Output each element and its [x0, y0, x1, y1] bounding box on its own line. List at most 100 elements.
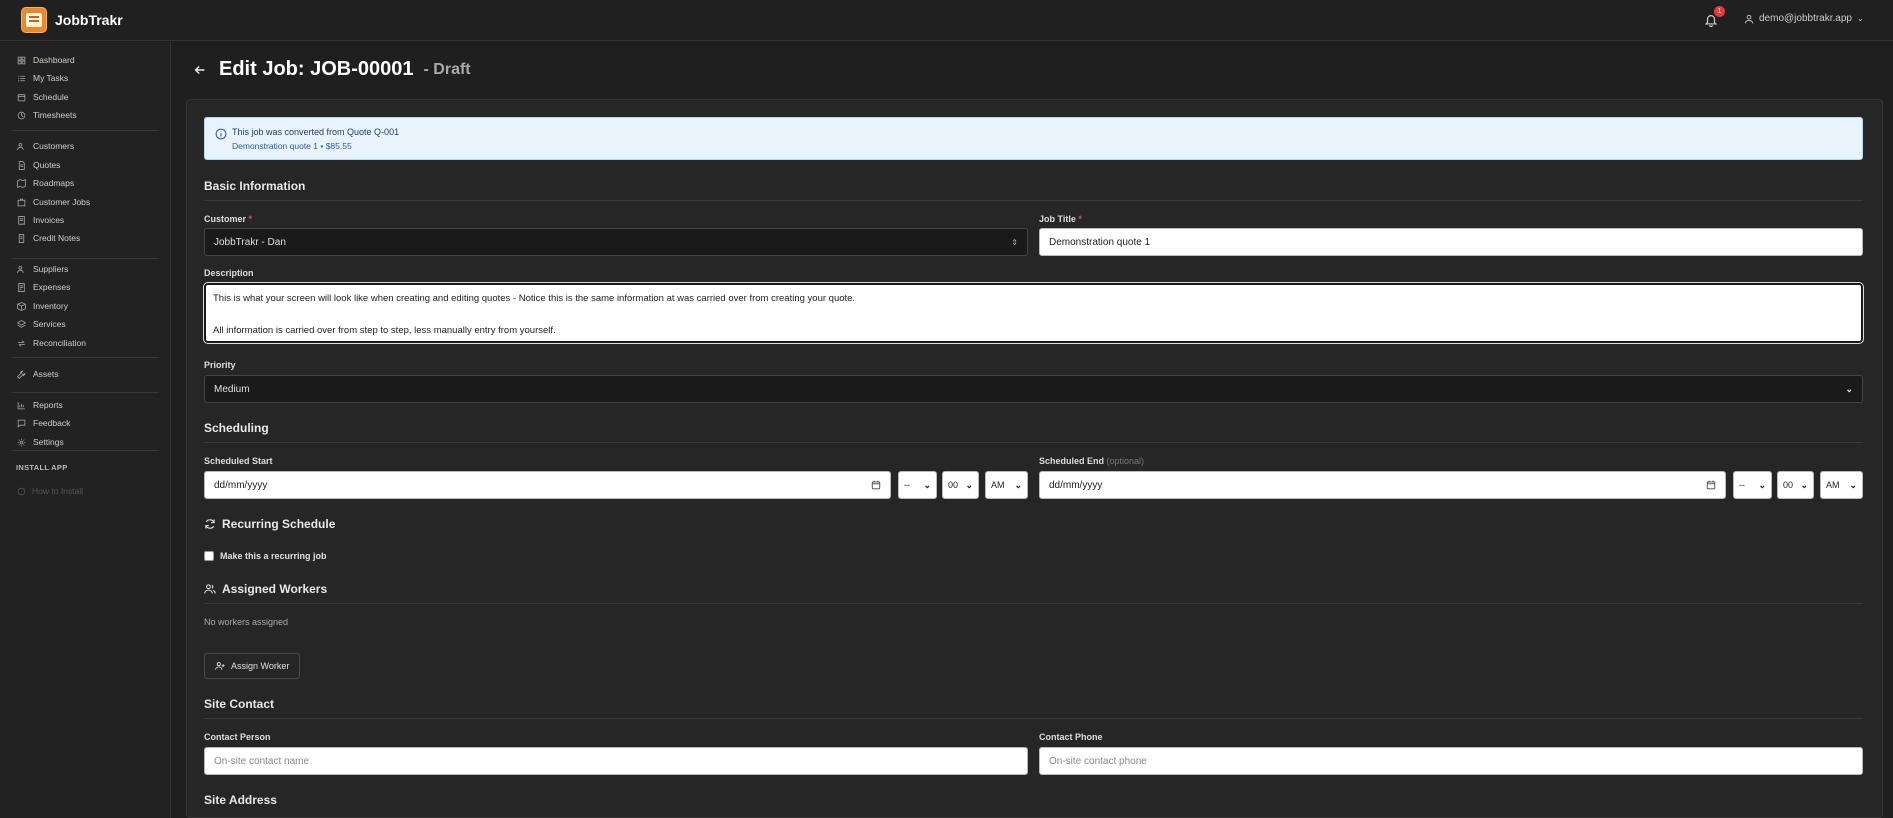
install-icon — [17, 487, 26, 495]
date-placeholder: dd/mm/yyyy — [214, 479, 268, 491]
sidebar-divider — [12, 357, 159, 358]
users-icon — [204, 584, 216, 594]
quote-conversion-notice: This job was converted from Quote Q-001 … — [204, 117, 1863, 160]
sidebar-item-label: Assets — [33, 369, 59, 379]
receipt-icon — [18, 282, 25, 292]
chevron-down-icon: ⌄ — [1845, 383, 1853, 394]
date-placeholder: dd/mm/yyyy — [1049, 479, 1103, 491]
end-minute-select[interactable]: 00 ⌄ — [1777, 471, 1814, 499]
sidebar-item-schedule[interactable]: Schedule — [17, 90, 68, 104]
wrench-icon — [17, 370, 26, 379]
gear-icon — [17, 438, 26, 446]
message-icon — [17, 419, 26, 428]
section-site-contact: Site Contact — [204, 697, 275, 711]
sidebar-item-label: Customers — [33, 141, 75, 151]
job-title-input[interactable]: Demonstration quote 1 — [1039, 228, 1863, 256]
clock-icon — [17, 111, 26, 119]
sidebar-item-label: Customer Jobs — [33, 197, 91, 207]
contact-person-input[interactable]: On-site contact name — [204, 747, 1028, 775]
app-title[interactable]: JobbTrakr — [55, 12, 123, 28]
install-app-button-label: How to Install — [32, 486, 84, 496]
end-ampm-select[interactable]: AM ⌄ — [1820, 471, 1863, 499]
sidebar-item-reports[interactable]: Reports — [17, 398, 63, 412]
sidebar-item-label: Schedule — [33, 92, 69, 102]
scheduled-start-date[interactable]: dd/mm/yyyy — [204, 471, 891, 499]
customer-label: Customer * — [204, 214, 253, 224]
sidebar-item-feedback[interactable]: Feedback — [17, 416, 70, 430]
recurring-checkbox-label[interactable]: Make this a recurring job — [220, 551, 327, 561]
install-app-label: INSTALL APP — [16, 463, 68, 472]
sidebar-item-my-tasks[interactable]: My Tasks — [17, 71, 68, 85]
sidebar-item-label: Services — [33, 319, 66, 329]
sidebar-item-label: Dashboard — [33, 55, 75, 65]
customer-select[interactable]: JobbTrakr - Dan ⇕ — [204, 228, 1028, 256]
sidebar-item-label: Roadmaps — [33, 178, 75, 188]
sidebar-item-label: Reconciliation — [33, 338, 86, 348]
description-line: This is what your screen will look like … — [213, 293, 856, 304]
sidebar-item-expenses[interactable]: Expenses — [17, 280, 70, 294]
job-title-label: Job Title * — [1039, 214, 1082, 224]
credit-note-icon — [18, 233, 25, 243]
sidebar-item-customer-jobs[interactable]: Customer Jobs — [17, 195, 90, 209]
sidebar-item-label: Feedback — [33, 418, 71, 428]
sidebar-item-services[interactable]: Services — [17, 317, 66, 331]
sidebar-item-quotes[interactable]: Quotes — [17, 158, 60, 172]
section-divider — [204, 442, 1863, 443]
sidebar-item-inventory[interactable]: Inventory — [17, 299, 68, 313]
invoice-icon — [18, 215, 25, 225]
section-divider — [204, 718, 1863, 719]
sidebar-item-suppliers[interactable]: Suppliers — [17, 262, 68, 276]
contact-person-placeholder: On-site contact name — [214, 755, 310, 767]
sidebar-divider — [12, 450, 159, 451]
section-assigned-workers: Assigned Workers — [204, 582, 327, 596]
start-hour-select[interactable]: -- ⌄ — [898, 471, 937, 499]
map-icon — [17, 178, 26, 188]
sidebar-item-label: Credit Notes — [33, 233, 81, 243]
scheduled-start-label: Scheduled Start — [204, 456, 273, 466]
calendar-icon[interactable] — [871, 480, 881, 490]
sidebar-item-assets[interactable]: Assets — [17, 367, 59, 381]
priority-label: Priority — [204, 360, 236, 370]
back-arrow-icon[interactable] — [193, 63, 207, 77]
recurring-title: Recurring Schedule — [222, 517, 336, 531]
start-ampm-select[interactable]: AM ⌄ — [985, 471, 1028, 499]
section-divider — [204, 200, 1863, 201]
user-icon — [1744, 14, 1754, 23]
contact-phone-label: Contact Phone — [1039, 732, 1103, 742]
briefcase-icon — [17, 198, 26, 206]
users-icon — [17, 142, 24, 150]
sidebar-item-reconciliation[interactable]: Reconciliation — [17, 336, 86, 350]
section-divider — [204, 603, 1863, 604]
priority-value: Medium — [214, 383, 250, 395]
recurring-checkbox[interactable] — [204, 551, 214, 561]
end-hour-select[interactable]: -- ⌄ — [1733, 471, 1772, 499]
description-textarea[interactable]: This is what your screen will look like … — [203, 282, 1864, 344]
user-menu[interactable]: demo@jobbtrakr.app ⌄ — [1744, 13, 1864, 24]
sidebar-item-timesheets[interactable]: Timesheets — [17, 108, 77, 122]
job-status: - Draft — [423, 60, 471, 78]
sidebar-item-dashboard[interactable]: Dashboard — [17, 53, 75, 67]
app-logo[interactable] — [21, 7, 47, 33]
scheduled-end-date[interactable]: dd/mm/yyyy — [1039, 471, 1726, 499]
sidebar-item-label: Expenses — [33, 282, 71, 292]
priority-select[interactable]: Medium ⌄ — [204, 375, 1863, 403]
sidebar-item-label: Inventory — [33, 301, 68, 311]
install-app-button[interactable]: How to Install — [17, 486, 83, 496]
section-recurring-schedule: Recurring Schedule — [204, 517, 335, 531]
scheduled-end-label: Scheduled End (optional) — [1039, 456, 1145, 466]
sidebar-divider — [12, 130, 159, 131]
no-workers-text: No workers assigned — [204, 617, 289, 627]
sidebar-item-credit-notes[interactable]: Credit Notes — [17, 231, 80, 245]
contact-phone-input[interactable]: On-site contact phone — [1039, 747, 1863, 775]
sidebar-item-roadmaps[interactable]: Roadmaps — [17, 176, 74, 190]
sidebar-item-customers[interactable]: Customers — [17, 139, 74, 153]
sidebar-item-label: Suppliers — [33, 264, 69, 274]
assign-worker-button[interactable]: Assign Worker — [204, 653, 301, 679]
top-bar: JobbTrakr 1 demo@jobbtrakr.app ⌄ — [0, 0, 1893, 41]
sidebar-item-settings[interactable]: Settings — [17, 435, 64, 449]
start-minute-select[interactable]: 00 ⌄ — [942, 471, 979, 499]
sidebar-item-label: Timesheets — [33, 110, 77, 120]
sidebar-divider — [12, 258, 159, 259]
calendar-icon[interactable] — [1706, 480, 1716, 490]
sidebar-item-invoices[interactable]: Invoices — [17, 213, 64, 227]
